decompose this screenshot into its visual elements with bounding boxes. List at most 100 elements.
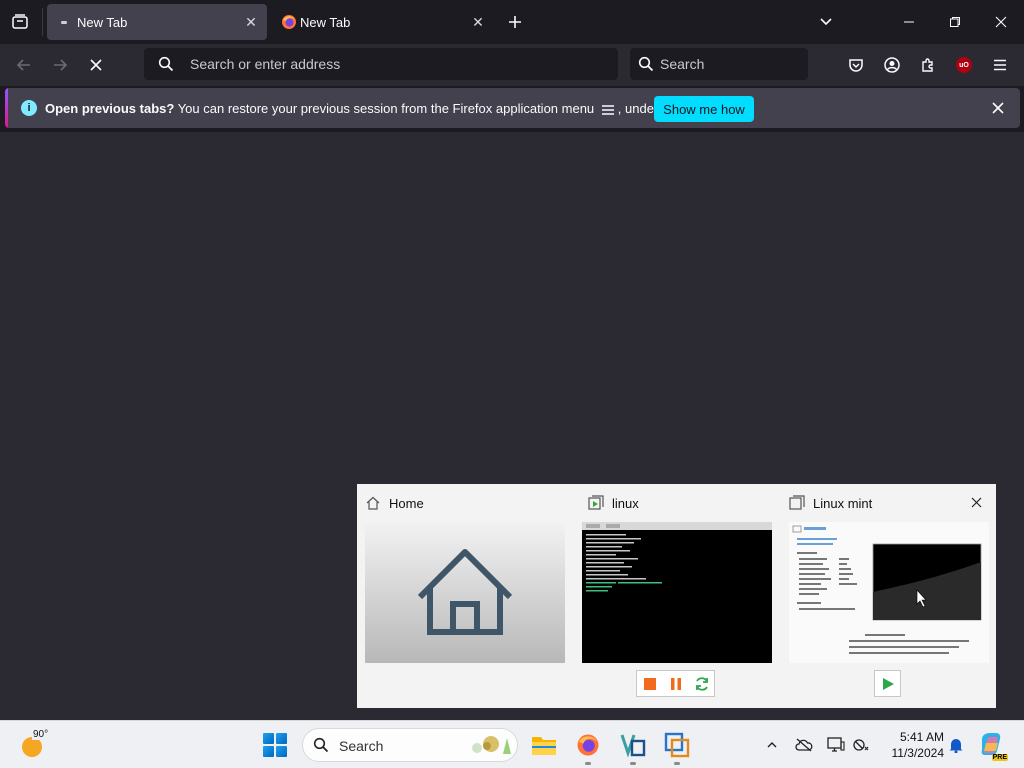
start-button[interactable] bbox=[263, 733, 287, 757]
taskbar-vmware-workstation[interactable] bbox=[619, 731, 647, 765]
running-indicator bbox=[630, 762, 636, 765]
restart-vm-button[interactable] bbox=[689, 671, 714, 696]
new-tab-button[interactable] bbox=[503, 10, 527, 34]
home-icon bbox=[366, 496, 380, 510]
firefox-view-button[interactable] bbox=[6, 8, 34, 36]
thumbnail-header: linux bbox=[588, 494, 639, 512]
search-input[interactable] bbox=[660, 55, 800, 73]
taskbar-search-label: Search bbox=[339, 738, 384, 754]
folder-icon bbox=[532, 737, 556, 755]
close-icon bbox=[971, 497, 981, 507]
taskbar-file-explorer[interactable] bbox=[530, 731, 558, 759]
search-highlight-icon bbox=[472, 736, 511, 754]
search-bar[interactable] bbox=[630, 48, 808, 80]
hamburger-menu-icon bbox=[994, 59, 1006, 71]
minimize-icon bbox=[904, 21, 914, 23]
copilot-button[interactable]: PRE bbox=[978, 731, 1008, 761]
back-button[interactable] bbox=[10, 51, 38, 79]
tab-new-tab-active[interactable]: New Tab ✕ bbox=[47, 4, 267, 40]
notification-message: Open previous tabs? You can restore your… bbox=[45, 101, 705, 116]
tab-close-icon[interactable]: ✕ bbox=[243, 14, 259, 30]
network-volume-tray-button[interactable] bbox=[852, 735, 872, 755]
notification-close-button[interactable] bbox=[988, 98, 1008, 118]
copilot-preview-badge: PRE bbox=[991, 754, 1008, 761]
windows-taskbar: 90° Search 5:41 AM 11/3/2024 PRE bbox=[0, 720, 1024, 768]
chevron-down-icon bbox=[820, 18, 832, 26]
forward-button[interactable] bbox=[46, 51, 74, 79]
close-icon bbox=[995, 16, 1007, 28]
puzzle-icon bbox=[922, 58, 933, 72]
running-indicator bbox=[674, 762, 680, 765]
pocket-button[interactable] bbox=[842, 51, 870, 79]
tab-bar: New Tab ✕ New Tab ✕ bbox=[0, 0, 1024, 44]
show-hidden-icons-button[interactable] bbox=[762, 735, 782, 755]
list-all-tabs-button[interactable] bbox=[814, 10, 838, 34]
pause-icon bbox=[670, 677, 681, 690]
tab-close-icon[interactable]: ✕ bbox=[470, 14, 486, 30]
thumbnail-close-button[interactable] bbox=[968, 494, 984, 510]
taskbar-virtualbox[interactable] bbox=[663, 731, 691, 765]
show-me-how-button[interactable]: Show me how bbox=[654, 96, 754, 122]
clock-date: 11/3/2024 bbox=[891, 746, 945, 760]
taskbar-clock[interactable]: 5:41 AM 11/3/2024 bbox=[876, 729, 945, 761]
stop-icon bbox=[643, 677, 656, 690]
taskbar-search-box[interactable]: Search bbox=[302, 728, 518, 762]
tab-separator bbox=[42, 8, 43, 36]
home-icon bbox=[417, 549, 513, 635]
virtual-machine-icon bbox=[664, 732, 690, 758]
thumbnail-title: linux bbox=[612, 495, 639, 511]
notification-title: Open previous tabs? bbox=[45, 101, 175, 116]
running-indicator bbox=[585, 762, 591, 765]
cloud-offline-icon bbox=[795, 738, 813, 752]
loading-indicator-icon bbox=[61, 21, 67, 24]
chevron-up-icon bbox=[767, 742, 777, 748]
application-menu-button[interactable] bbox=[986, 51, 1014, 79]
firefox-icon bbox=[282, 15, 296, 29]
search-icon bbox=[313, 737, 329, 753]
thumbnail-home[interactable]: Home bbox=[357, 484, 573, 708]
start-vm-button[interactable] bbox=[875, 671, 900, 696]
weather-widget[interactable]: 90° bbox=[20, 729, 50, 757]
close-window-button[interactable] bbox=[986, 8, 1016, 36]
taskbar-firefox[interactable] bbox=[574, 731, 602, 765]
thumbnail-image bbox=[365, 522, 565, 663]
tab-new-tab[interactable]: New Tab ✕ bbox=[270, 4, 494, 40]
restore-button[interactable] bbox=[940, 8, 970, 36]
thumbnail-image bbox=[582, 522, 772, 663]
clock-time: 5:41 AM bbox=[899, 730, 944, 744]
thumbnail-linux-mint[interactable]: Linux mint bbox=[781, 484, 996, 708]
notifications-button[interactable] bbox=[946, 735, 966, 755]
ublock-origin-icon: uO bbox=[956, 57, 972, 73]
search-icon bbox=[638, 56, 654, 72]
address-bar[interactable] bbox=[144, 48, 618, 80]
firefox-icon bbox=[577, 734, 599, 756]
address-input[interactable] bbox=[190, 55, 590, 73]
account-icon bbox=[884, 57, 900, 73]
close-icon bbox=[992, 102, 1004, 114]
weather-temperature: 90° bbox=[32, 729, 50, 740]
restore-session-notification: i Open previous tabs? You can restore yo… bbox=[5, 88, 1020, 128]
thumbnail-linux[interactable]: linux bbox=[580, 484, 776, 708]
minimize-button[interactable] bbox=[894, 8, 924, 36]
plus-icon bbox=[509, 16, 521, 28]
arrow-left-icon bbox=[16, 59, 30, 71]
extensions-button[interactable] bbox=[914, 51, 942, 79]
ublock-origin-button[interactable]: uO bbox=[950, 51, 978, 79]
thumbnail-image bbox=[789, 522, 989, 663]
account-button[interactable] bbox=[878, 51, 906, 79]
notification-accent bbox=[5, 88, 8, 128]
thumbnail-header: Linux mint bbox=[789, 494, 872, 512]
network-disconnected-icon bbox=[853, 739, 869, 751]
stop-loading-button[interactable] bbox=[82, 51, 110, 79]
search-icon bbox=[158, 56, 174, 72]
restore-icon bbox=[950, 17, 960, 27]
vmware-workstation-icon bbox=[620, 734, 646, 757]
monitor-icon bbox=[827, 737, 845, 752]
pause-vm-button[interactable] bbox=[663, 671, 688, 696]
onedrive-tray-button[interactable] bbox=[794, 735, 814, 755]
stop-vm-button[interactable] bbox=[637, 671, 662, 696]
bell-icon bbox=[949, 739, 963, 753]
vm-icon bbox=[789, 495, 805, 510]
display-tray-button[interactable] bbox=[826, 735, 846, 755]
hamburger-menu-icon bbox=[601, 104, 614, 115]
